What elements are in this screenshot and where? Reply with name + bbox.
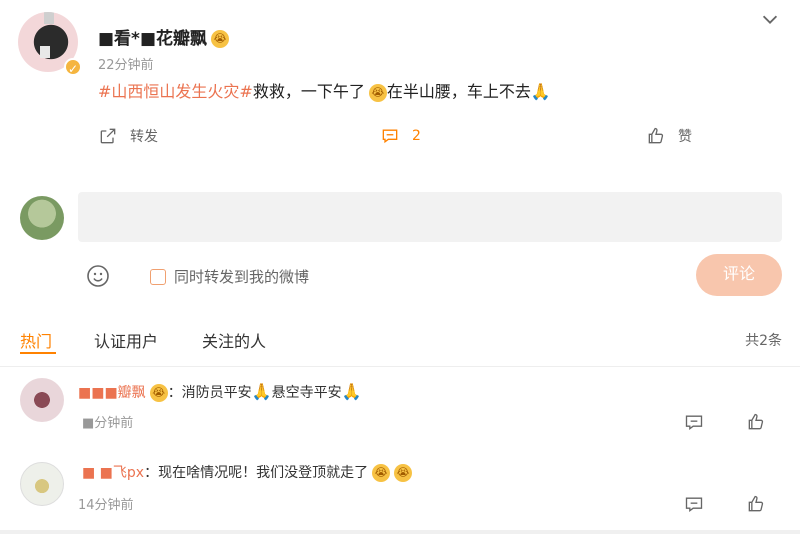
current-user-avatar xyxy=(20,196,64,240)
thumbs-up-icon[interactable] xyxy=(746,412,766,432)
repost-checkbox[interactable] xyxy=(150,268,166,285)
thumbs-up-icon xyxy=(648,127,664,144)
avatar-mosaic xyxy=(44,12,54,24)
reply-icon[interactable] xyxy=(684,494,704,514)
repost-button[interactable]: 转发 xyxy=(98,126,158,146)
comment-count: 2 xyxy=(412,128,421,144)
crying-face-icon: 😭 xyxy=(211,30,230,48)
post-text-part-a: 救救，一下午了 xyxy=(252,82,365,101)
praying-hands-icon: 🙏 xyxy=(341,382,362,401)
tab-verified-users[interactable]: 认证用户 xyxy=(94,328,158,352)
commenter-avatar[interactable] xyxy=(20,462,64,506)
commenter-name[interactable]: ■■■瓣飘 xyxy=(78,385,146,401)
commenter-avatar[interactable] xyxy=(20,378,64,422)
crying-face-icon: 😭 xyxy=(394,463,413,482)
repost-icon xyxy=(100,128,116,144)
comment-text: ：消防员平安 xyxy=(167,385,252,401)
repost-to-weibo-option[interactable]: 同时转发到我的微博 xyxy=(150,266,309,287)
comment-timestamp: 14分钟前 xyxy=(78,498,134,513)
crying-face-icon: 😭 xyxy=(372,463,391,482)
crying-face-icon: 😭 xyxy=(149,383,168,402)
post-text-part-b: 在半山腰，车上不去 xyxy=(386,82,531,101)
comment-input[interactable] xyxy=(78,192,782,242)
repost-option-label: 同时转发到我的微博 xyxy=(174,268,310,286)
repost-label: 转发 xyxy=(130,129,158,145)
comment-icon xyxy=(382,129,398,144)
comment-text: ：现在啥情况呢！我们没登顶就走了 xyxy=(144,465,369,481)
reply-icon[interactable] xyxy=(684,412,704,432)
commenter-name[interactable]: ■ ■飞px xyxy=(82,465,144,481)
tab-hot[interactable]: 热门 xyxy=(20,328,52,352)
comment-item: ■■■瓣飘 😭 ：消防员平安🙏悬空寺平安🙏 xyxy=(78,382,362,402)
submit-comment-button[interactable]: 评论 xyxy=(696,254,782,296)
divider xyxy=(0,366,800,367)
thumbs-up-icon[interactable] xyxy=(746,494,766,514)
post-content: #山西恒山发生火灾#救救，一下午了 😭 在半山腰，车上不去🙏 xyxy=(98,80,551,104)
chevron-down-icon[interactable] xyxy=(758,8,782,32)
avatar-mosaic xyxy=(40,46,50,58)
praying-hands-icon: 🙏 xyxy=(251,382,272,401)
author-name[interactable]: ■看*■花瓣飘 😭 xyxy=(98,24,230,49)
hashtag-link[interactable]: #山西恒山发生火灾# xyxy=(98,82,253,101)
verified-badge-icon: ✓ xyxy=(64,58,82,76)
comment-timestamp: ■分钟前 xyxy=(82,416,134,431)
active-tab-indicator xyxy=(20,352,56,354)
like-label: 赞 xyxy=(678,129,692,145)
comment-button[interactable]: 2 xyxy=(380,126,421,146)
emoji-picker-icon[interactable] xyxy=(86,264,110,288)
like-button[interactable]: 赞 xyxy=(646,126,692,146)
author-name-text[interactable]: ■看*■花瓣飘 xyxy=(98,29,207,49)
comment-text-2: 悬空寺平安 xyxy=(271,385,342,401)
crying-face-icon: 😭 xyxy=(368,83,387,102)
total-count: 共2条 xyxy=(745,333,782,349)
comment-item: ■ ■飞px：现在啥情况呢！我们没登顶就走了 😭 😭 xyxy=(82,462,413,482)
post-timestamp[interactable]: 22分钟前 xyxy=(98,54,154,73)
tab-following[interactable]: 关注的人 xyxy=(202,328,266,352)
praying-hands-icon: 🙏 xyxy=(530,82,551,101)
section-divider xyxy=(0,530,800,534)
